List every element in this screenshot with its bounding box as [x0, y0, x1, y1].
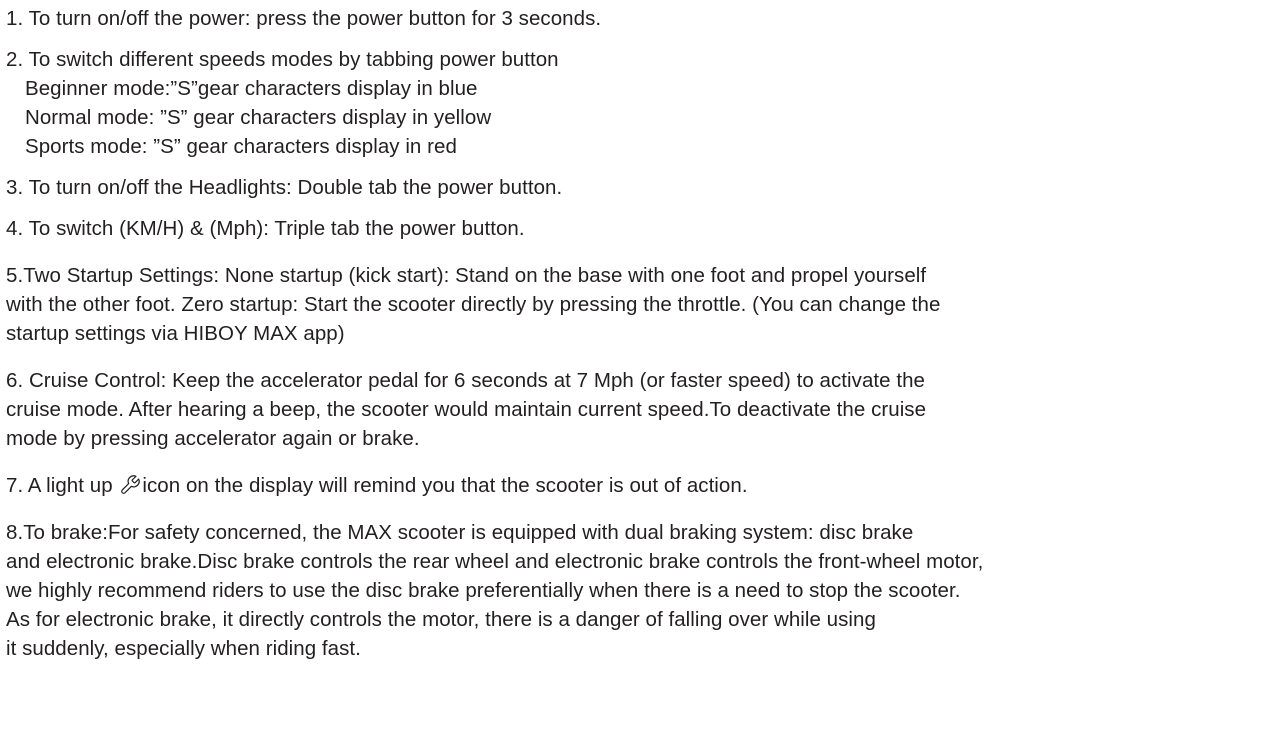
- item-8: 8.To brake:For safety concerned, the MAX…: [6, 518, 1286, 663]
- normal-mode-line: Normal mode: ”S” gear characters display…: [25, 106, 492, 129]
- item-2-heading: 2. To switch different speeds modes by t…: [6, 48, 559, 71]
- item-8-line: it suddenly, especially when riding fast…: [6, 637, 361, 660]
- item-5-line: with the other foot. Zero startup: Start…: [6, 293, 941, 316]
- sports-mode-line: Sports mode: ”S” gear characters display…: [25, 135, 457, 158]
- item-6: 6. Cruise Control: Keep the accelerator …: [6, 366, 1286, 453]
- item-6-line: mode by pressing accelerator again or br…: [6, 427, 420, 450]
- item-6-line: 6. Cruise Control: Keep the accelerator …: [6, 369, 925, 392]
- item-4: 4. To switch (KM/H) & (Mph): Triple tab …: [6, 217, 525, 240]
- item-2: 2. To switch different speeds modes by t…: [6, 45, 1286, 161]
- wrench-icon: [119, 474, 141, 496]
- item-7: 7. A light up icon on the display will r…: [6, 471, 1286, 500]
- item-8-line: and electronic brake.Disc brake controls…: [6, 550, 984, 573]
- beginner-mode-line: Beginner mode:”S”gear characters display…: [25, 77, 478, 100]
- item-6-line: cruise mode. After hearing a beep, the s…: [6, 398, 927, 421]
- item-5-line: startup settings via HIBOY MAX app): [6, 322, 345, 345]
- item-8-line: As for electronic brake, it directly con…: [6, 608, 876, 631]
- instruction-document: 1. To turn on/off the power: press the p…: [6, 4, 1286, 663]
- item-1: 1. To turn on/off the power: press the p…: [6, 7, 602, 30]
- item-8-line: 8.To brake:For safety concerned, the MAX…: [6, 521, 914, 544]
- item-7-after: icon on the display will remind you that…: [142, 474, 748, 497]
- item-3: 3. To turn on/off the Headlights: Double…: [6, 176, 563, 199]
- item-7-before: 7. A light up: [6, 474, 119, 497]
- item-5: 5.Two Startup Settings: None startup (ki…: [6, 261, 1286, 348]
- item-8-line: we highly recommend riders to use the di…: [6, 579, 961, 602]
- item-5-line: 5.Two Startup Settings: None startup (ki…: [6, 264, 927, 287]
